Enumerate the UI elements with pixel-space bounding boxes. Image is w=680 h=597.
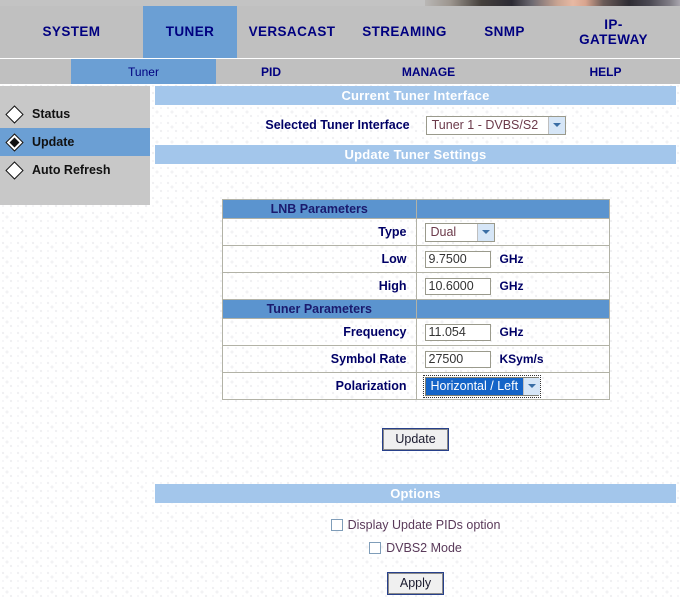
settings-row: Symbol Rate KSym/s — [222, 345, 610, 373]
settings-section-spacer — [415, 199, 610, 219]
low-input[interactable] — [424, 250, 491, 268]
settings-row-label: High — [222, 272, 417, 300]
sub-nav-item-help[interactable]: HELP — [531, 59, 680, 84]
selected-tuner-interface-select[interactable]: Tuner 1 - DVBS/S2 — [425, 115, 566, 135]
settings-row-label: Polarization — [222, 372, 417, 400]
options-panel: Options Display Update PIDs option DVBS2 … — [155, 484, 676, 595]
sidebar-item-label: Auto Refresh — [32, 163, 111, 177]
tuner-settings-table: LNB ParametersType Dual Low GHz High GHz Tuner… — [222, 199, 610, 400]
sidebar-item-label: Status — [32, 107, 71, 121]
sub-nav-item-manage[interactable]: MANAGE — [356, 59, 501, 84]
settings-row-label: Symbol Rate — [222, 345, 417, 373]
sub-navigation-bar: Tuner PID MANAGE HELP — [0, 59, 680, 84]
frequency-unit-label: GHz — [499, 325, 524, 339]
settings-row: Low GHz — [222, 245, 610, 273]
settings-row-value-cell: KSym/s — [415, 345, 610, 373]
settings-section-header: Tuner Parameters — [222, 299, 610, 319]
sidebar-item-label: Update — [32, 135, 75, 149]
settings-row-value-cell: Dual — [415, 218, 610, 246]
update-button-row: Update — [155, 428, 676, 451]
selected-tuner-interface-row: Selected Tuner Interface Tuner 1 - DVBS/… — [155, 105, 676, 145]
current-tuner-interface-title: Current Tuner Interface — [155, 86, 676, 105]
diamond-icon — [5, 160, 24, 180]
settings-row-value-cell: Horizontal / Left — [415, 372, 610, 400]
update-button[interactable]: Update — [382, 428, 449, 451]
option-label: DVBS2 Mode — [386, 540, 462, 555]
diamond-filled-icon — [5, 132, 24, 152]
polarization-select[interactable]: Horizontal / Left — [422, 374, 541, 398]
chevron-down-icon — [476, 223, 494, 241]
settings-row-value-cell: GHz — [415, 318, 610, 346]
sub-nav-item-pid[interactable]: PID — [216, 59, 326, 84]
type-select-value: Dual — [430, 224, 457, 239]
settings-row-label: Low — [222, 245, 417, 273]
high-input[interactable] — [424, 277, 491, 295]
sidebar-item-status[interactable]: Status — [0, 100, 150, 128]
settings-row-control-wrapper: GHz — [424, 250, 610, 268]
settings-row-control-wrapper: GHz — [424, 323, 610, 341]
settings-row-value-cell: GHz — [415, 272, 610, 300]
settings-row-label: Frequency — [222, 318, 417, 346]
option-row: Display Update PIDs option — [155, 513, 676, 536]
update-tuner-settings-title: Update Tuner Settings — [155, 145, 676, 164]
settings-section-spacer — [415, 299, 610, 319]
option-label: Display Update PIDs option — [347, 517, 501, 532]
main-nav-item-tuner[interactable]: TUNER — [143, 6, 237, 58]
apply-button-row: Apply — [155, 572, 676, 595]
settings-row-control-wrapper: Horizontal / Left — [422, 374, 610, 398]
main-nav-item-versacast[interactable]: VERSACAST — [237, 6, 347, 58]
symbol-rate-input[interactable] — [424, 350, 491, 368]
sub-nav-item-tuner[interactable]: Tuner — [71, 59, 216, 84]
checkbox-dvbs2-mode[interactable] — [369, 541, 382, 554]
settings-row-control-wrapper: Dual — [424, 222, 610, 242]
main-nav-item-system[interactable]: SYSTEM — [0, 6, 143, 58]
settings-section-title: LNB Parameters — [222, 199, 417, 219]
settings-row: Type Dual — [222, 218, 610, 246]
settings-row-label: Type — [222, 218, 417, 246]
chevron-down-icon — [523, 377, 541, 395]
settings-row-control-wrapper: KSym/s — [424, 350, 610, 368]
option-row: DVBS2 Mode — [155, 536, 676, 559]
options-title: Options — [155, 484, 676, 503]
settings-row: High GHz — [222, 272, 610, 300]
main-navigation-bar: SYSTEM TUNER VERSACAST STREAMING SNMP IP- GATE… — [0, 6, 680, 58]
content-panel: Current Tuner Interface Selected Tuner I… — [155, 86, 676, 164]
apply-button[interactable]: Apply — [386, 572, 445, 595]
settings-row-control-wrapper: GHz — [424, 277, 610, 295]
sidebar-item-update[interactable]: Update — [0, 128, 150, 156]
settings-row-value-cell: GHz — [415, 245, 610, 273]
type-select[interactable]: Dual — [424, 222, 495, 242]
settings-row: Polarization Horizontal / Left — [222, 372, 610, 400]
diamond-icon — [5, 104, 24, 124]
frequency-input[interactable] — [424, 323, 491, 341]
options-checkbox-list: Display Update PIDs option DVBS2 Mode — [155, 513, 676, 559]
sidebar-item-auto-refresh[interactable]: Auto Refresh — [0, 156, 150, 184]
main-nav-item-snmp[interactable]: SNMP — [462, 6, 547, 58]
checkbox-display-update-pids-option[interactable] — [330, 518, 343, 531]
chevron-down-icon — [547, 116, 565, 134]
settings-section-title: Tuner Parameters — [222, 299, 417, 319]
low-unit-label: GHz — [499, 252, 524, 266]
main-nav-item-ip-gateway[interactable]: IP- GATEWAY — [547, 6, 680, 58]
sidebar: Status Update Auto Refresh — [0, 86, 150, 205]
high-unit-label: GHz — [499, 279, 524, 293]
selected-tuner-interface-value: Tuner 1 - DVBS/S2 — [431, 117, 539, 132]
main-nav-item-streaming[interactable]: STREAMING — [347, 6, 462, 58]
settings-row: Frequency GHz — [222, 318, 610, 346]
settings-section-header: LNB Parameters — [222, 199, 610, 219]
symbol-rate-unit-label: KSym/s — [499, 352, 544, 366]
polarization-select-value: Horizontal / Left — [425, 377, 524, 395]
selected-tuner-interface-label: Selected Tuner Interface — [265, 118, 410, 132]
